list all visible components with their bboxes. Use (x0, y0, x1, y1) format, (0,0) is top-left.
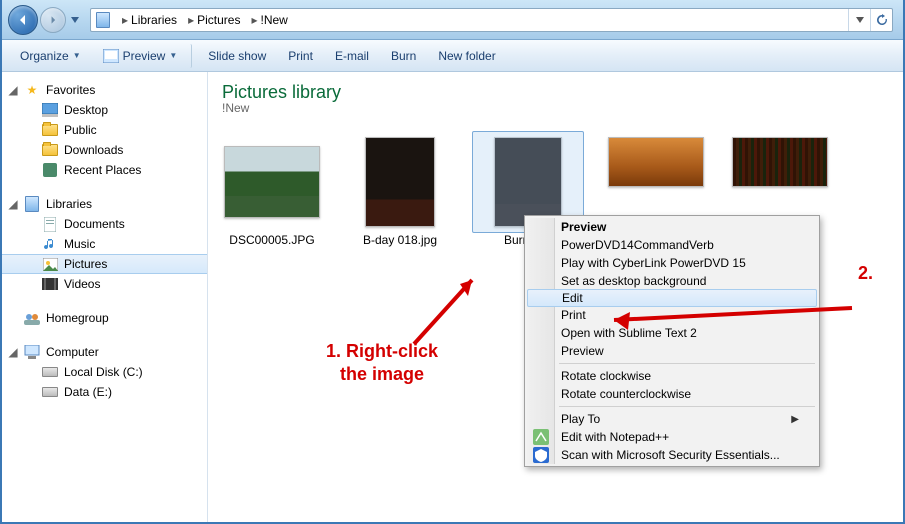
videos-icon (42, 276, 58, 292)
organize-button[interactable]: Organize▼ (10, 45, 91, 67)
file-name: B-day 018.jpg (350, 233, 450, 247)
menu-scan-mse[interactable]: Scan with Microsoft Security Essentials.… (527, 446, 817, 464)
address-dropdown[interactable] (848, 9, 870, 31)
new-folder-button[interactable]: New folder (428, 45, 505, 67)
nav-recent-places[interactable]: Recent Places (2, 160, 207, 180)
nav-downloads[interactable]: Downloads (2, 140, 207, 160)
context-menu: Preview PowerDVD14CommandVerb Play with … (524, 215, 820, 467)
crumb-new[interactable]: !New (260, 13, 287, 27)
menu-separator (559, 406, 815, 407)
nav-favorites[interactable]: ◢★Favorites (2, 80, 207, 100)
thumbnail-image (732, 137, 828, 187)
library-subtitle: !New (222, 101, 889, 115)
nav-documents[interactable]: Documents (2, 214, 207, 234)
burn-button[interactable]: Burn (381, 45, 426, 67)
refresh-button[interactable] (870, 9, 892, 31)
menu-print[interactable]: Print (527, 306, 817, 324)
nav-libraries[interactable]: ◢Libraries (2, 194, 207, 214)
nav-desktop[interactable]: Desktop (2, 100, 207, 120)
nav-homegroup[interactable]: ▷Homegroup (2, 308, 207, 328)
preview-icon (103, 48, 119, 64)
folder-icon (42, 142, 58, 158)
file-item[interactable]: B-day 018.jpg (350, 137, 450, 247)
thumbnail-image (365, 137, 435, 227)
menu-rotate-cw[interactable]: Rotate clockwise (527, 367, 817, 385)
nav-local-disk-c[interactable]: Local Disk (C:) (2, 362, 207, 382)
disk-icon (42, 364, 58, 380)
star-icon: ★ (24, 82, 40, 98)
nav-music[interactable]: Music (2, 234, 207, 254)
nav-public[interactable]: Public (2, 120, 207, 140)
computer-icon (24, 344, 40, 360)
nav-data-e[interactable]: Data (E:) (2, 382, 207, 402)
forward-button[interactable] (40, 7, 66, 33)
pictures-icon (42, 256, 58, 272)
nav-pictures[interactable]: Pictures (2, 254, 207, 274)
menu-preview[interactable]: Preview (527, 218, 817, 236)
address-bar: ▸Libraries ▸Pictures ▸!New (2, 0, 903, 40)
print-button[interactable]: Print (278, 45, 323, 67)
menu-powerdvd14[interactable]: PowerDVD14CommandVerb (527, 236, 817, 254)
command-bar: Organize▼ Preview▼ Slide show Print E-ma… (2, 40, 903, 72)
homegroup-icon (24, 310, 40, 326)
back-button[interactable] (8, 5, 38, 35)
recent-icon (42, 162, 58, 178)
preview-button[interactable]: Preview▼ (93, 44, 193, 68)
mse-icon (533, 447, 549, 463)
menu-preview-2[interactable]: Preview (527, 342, 817, 360)
menu-separator (559, 363, 815, 364)
menu-edit[interactable]: Edit (527, 289, 817, 307)
libraries-icon (24, 196, 40, 212)
thumbnail-image (608, 137, 704, 187)
menu-set-background[interactable]: Set as desktop background (527, 272, 817, 290)
slideshow-button[interactable]: Slide show (198, 45, 276, 67)
libraries-icon (95, 12, 111, 28)
folder-icon (42, 122, 58, 138)
file-name: DSC00005.JPG (222, 233, 322, 247)
thumbnail-image (224, 146, 320, 218)
nav-computer[interactable]: ◢Computer (2, 342, 207, 362)
menu-play-to[interactable]: Play To▶ (527, 410, 817, 428)
library-title: Pictures library (222, 82, 889, 103)
menu-powerdvd15[interactable]: Play with CyberLink PowerDVD 15 (527, 254, 817, 272)
documents-icon (42, 216, 58, 232)
email-button[interactable]: E-mail (325, 45, 379, 67)
breadcrumb[interactable]: ▸Libraries ▸Pictures ▸!New (90, 8, 893, 32)
notepadpp-icon (533, 429, 549, 445)
nav-history-dropdown[interactable] (68, 5, 82, 35)
desktop-icon (42, 102, 58, 118)
navigation-pane: ◢★Favorites Desktop Public Downloads Rec… (2, 72, 208, 522)
music-icon (42, 236, 58, 252)
crumb-libraries[interactable]: Libraries (131, 13, 177, 27)
nav-videos[interactable]: Videos (2, 274, 207, 294)
file-item[interactable]: DSC00005.JPG (222, 137, 322, 247)
disk-icon (42, 384, 58, 400)
menu-rotate-ccw[interactable]: Rotate counterclockwise (527, 385, 817, 403)
menu-edit-notepadpp[interactable]: Edit with Notepad++ (527, 428, 817, 446)
crumb-pictures[interactable]: Pictures (197, 13, 240, 27)
menu-open-sublime[interactable]: Open with Sublime Text 2 (527, 324, 817, 342)
